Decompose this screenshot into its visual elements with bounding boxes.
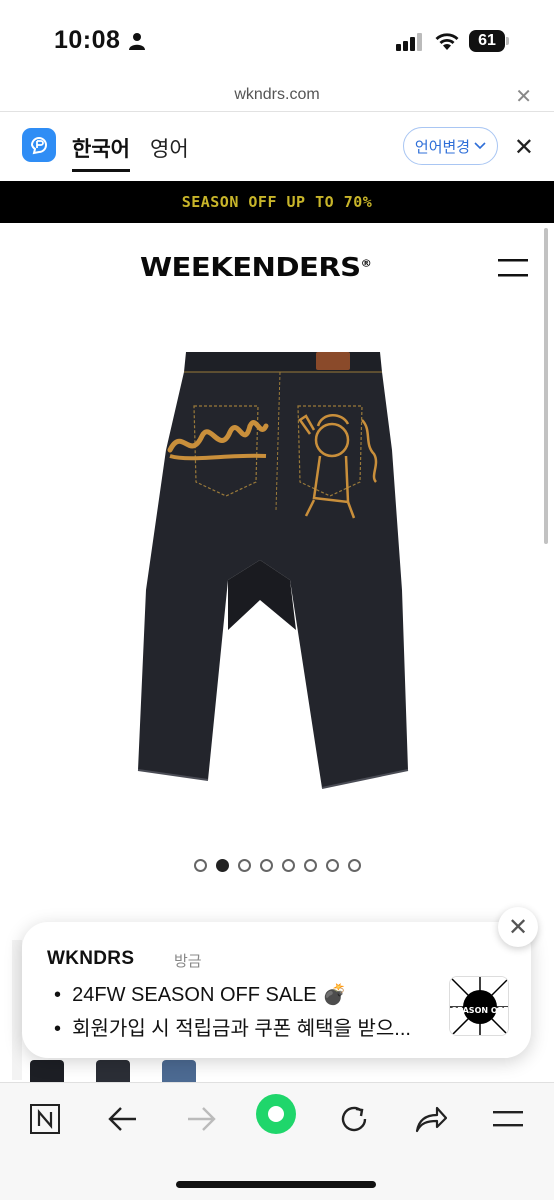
carousel-dot[interactable] (281, 859, 295, 872)
translate-bar: 한국어 영어 언어변경 ✕ (0, 113, 554, 181)
tab-korean[interactable]: 한국어 (72, 133, 130, 163)
wifi-icon (435, 33, 459, 50)
close-translate-icon[interactable]: ✕ (514, 133, 534, 162)
papago-icon[interactable] (22, 128, 56, 162)
notification-line-2-text: 회원가입 시 적립금과 쿠폰 혜택을 받으... (72, 1018, 411, 1040)
carousel-dot[interactable] (259, 859, 273, 872)
carousel-dot[interactable] (237, 859, 251, 872)
carousel-dot[interactable] (325, 859, 339, 872)
battery-tip (506, 37, 509, 45)
thumbnail-jeans-blue[interactable] (162, 1060, 196, 1082)
person-icon (129, 33, 145, 50)
forward-arrow-icon[interactable] (183, 1101, 219, 1137)
carousel-dot[interactable] (215, 859, 229, 872)
battery-indicator: 61 (469, 30, 505, 52)
carousel-dot[interactable] (303, 859, 317, 872)
site-header: WEEKENDERS® (0, 223, 554, 313)
share-icon[interactable] (413, 1101, 449, 1137)
notification-line-1: • 24FW SEASON OFF SALE 💣 (54, 984, 348, 1006)
promo-banner[interactable]: SEASON OFF UP TO 70% (0, 181, 554, 223)
promo-text: SEASON OFF UP TO 70% (181, 193, 373, 211)
hamburger-menu-icon[interactable] (498, 259, 528, 277)
brand-logo[interactable]: WEEKENDERS® (140, 253, 372, 283)
thumbnail-jeans-black[interactable] (30, 1060, 64, 1082)
back-arrow-icon[interactable] (105, 1101, 141, 1137)
carousel-dot[interactable] (347, 859, 361, 872)
thumbnail-jeans-dark[interactable] (96, 1060, 130, 1082)
notification-close-button[interactable]: ✕ (498, 907, 538, 947)
url-text[interactable]: wkndrs.com (0, 86, 554, 104)
brand-logo-text: WEEKENDERS (140, 253, 361, 283)
notification-time: 방금 (174, 953, 202, 970)
cellular-signal-icon (396, 33, 422, 51)
naver-icon[interactable] (27, 1101, 63, 1137)
notification-thumbnail: SEASON OFF (449, 976, 509, 1036)
menu-lines-icon[interactable] (490, 1101, 526, 1137)
product-image-jeans[interactable] (110, 330, 410, 810)
registered-mark: ® (360, 258, 372, 270)
chevron-down-icon (474, 142, 486, 150)
change-language-button[interactable]: 언어변경 (403, 127, 498, 165)
notification-line-2: • 회원가입 시 적립금과 쿠폰 혜택을 받으... (54, 1018, 411, 1040)
status-bar: 10:08 61 (0, 0, 554, 78)
notification-line-1-text: 24FW SEASON OFF SALE 💣 (72, 984, 348, 1006)
url-bar[interactable]: wkndrs.com ✕ (0, 78, 554, 112)
tab-korean-underline (72, 169, 130, 172)
status-time: 10:08 (54, 26, 121, 54)
notification-source: WKNDRS (47, 948, 135, 969)
green-home-icon[interactable] (255, 1093, 297, 1135)
carousel-dots (0, 859, 554, 872)
home-indicator[interactable] (176, 1181, 376, 1188)
close-page-icon[interactable]: ✕ (515, 84, 532, 109)
thumbnail-left-edge (12, 940, 22, 1080)
tab-english[interactable]: 영어 (150, 133, 189, 163)
carousel-dot[interactable] (193, 859, 207, 872)
page-scrollbar[interactable] (544, 228, 548, 544)
push-notification[interactable]: WKNDRS 방금 • 24FW SEASON OFF SALE 💣 • 회원가… (22, 922, 531, 1058)
change-language-label: 언어변경 (414, 138, 471, 156)
refresh-icon[interactable] (336, 1101, 372, 1137)
thumbnail-text: SEASON OFF (451, 1006, 508, 1015)
